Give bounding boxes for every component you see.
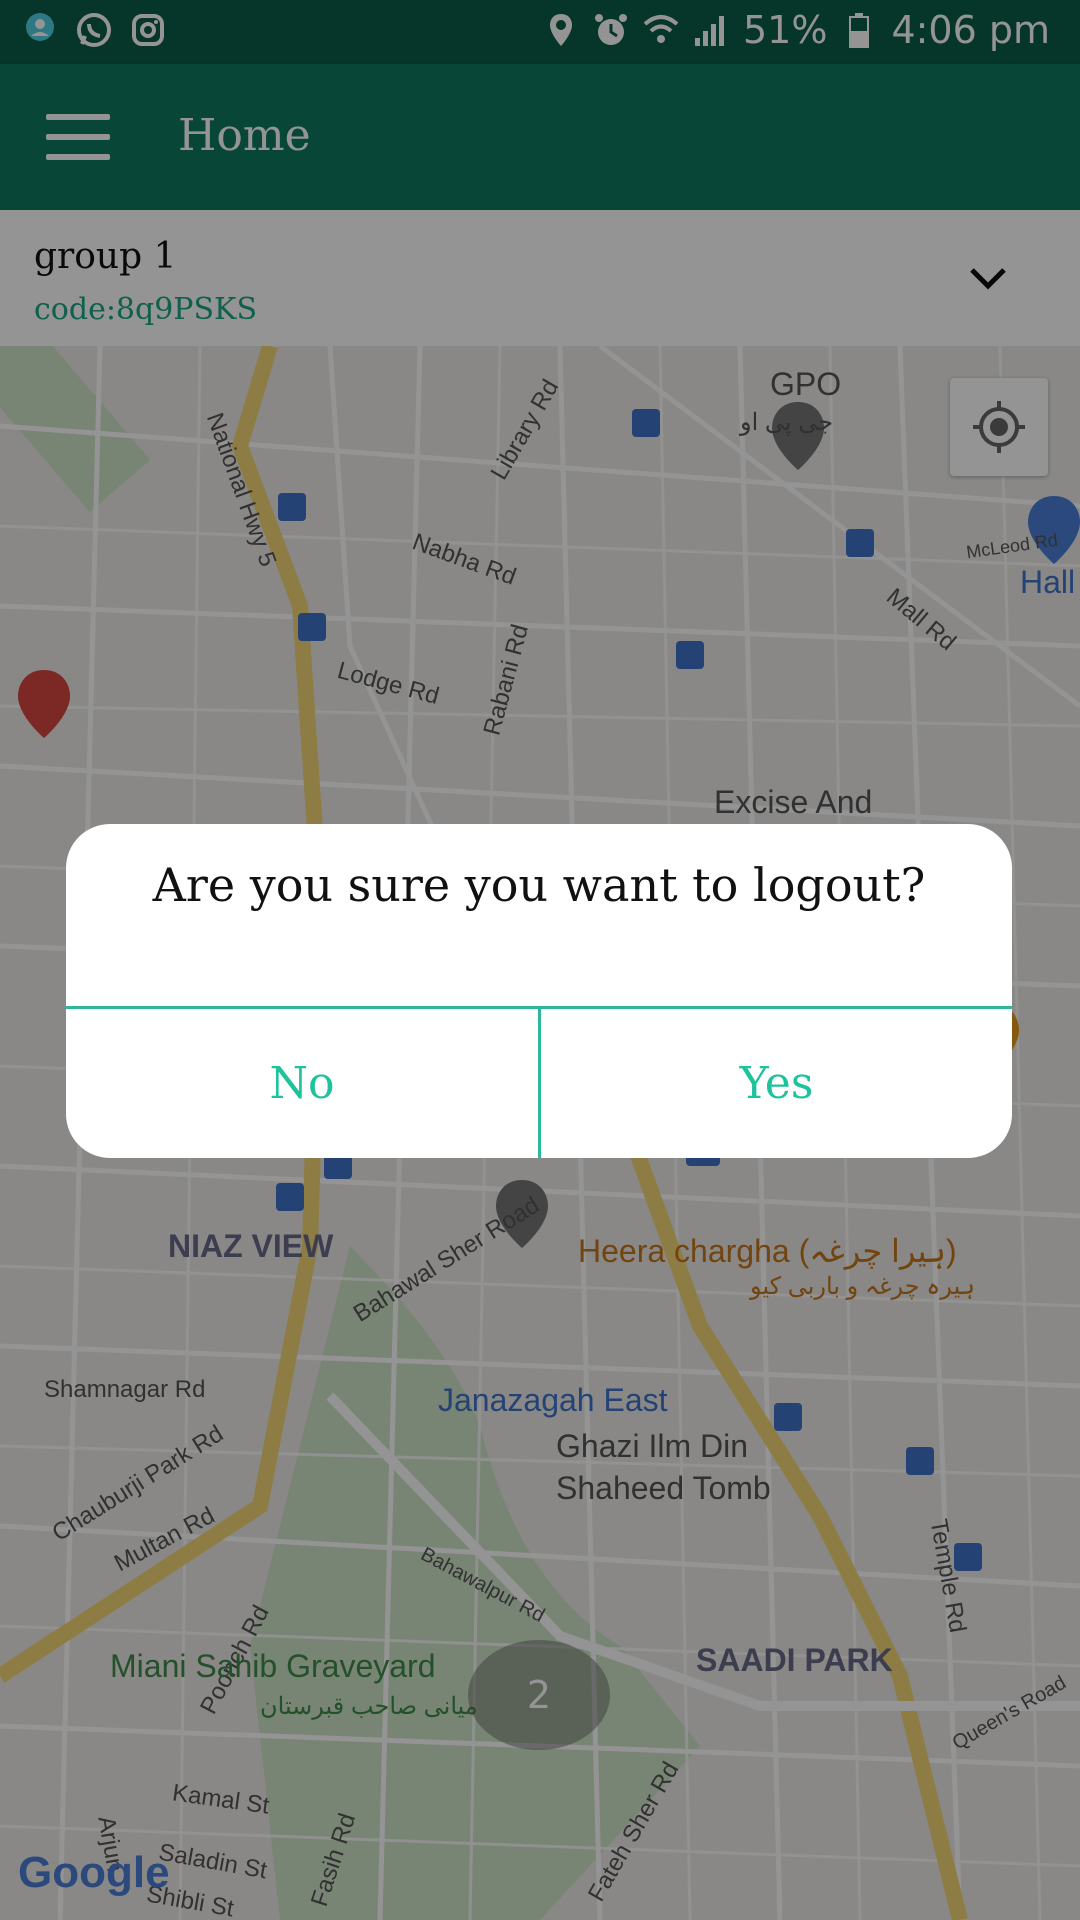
dialog-message: Are you sure you want to logout? [152,858,926,912]
logout-dialog: Are you sure you want to logout? No Yes [66,824,1012,1158]
yes-button[interactable]: Yes [541,1009,1012,1158]
no-button[interactable]: No [66,1009,538,1158]
